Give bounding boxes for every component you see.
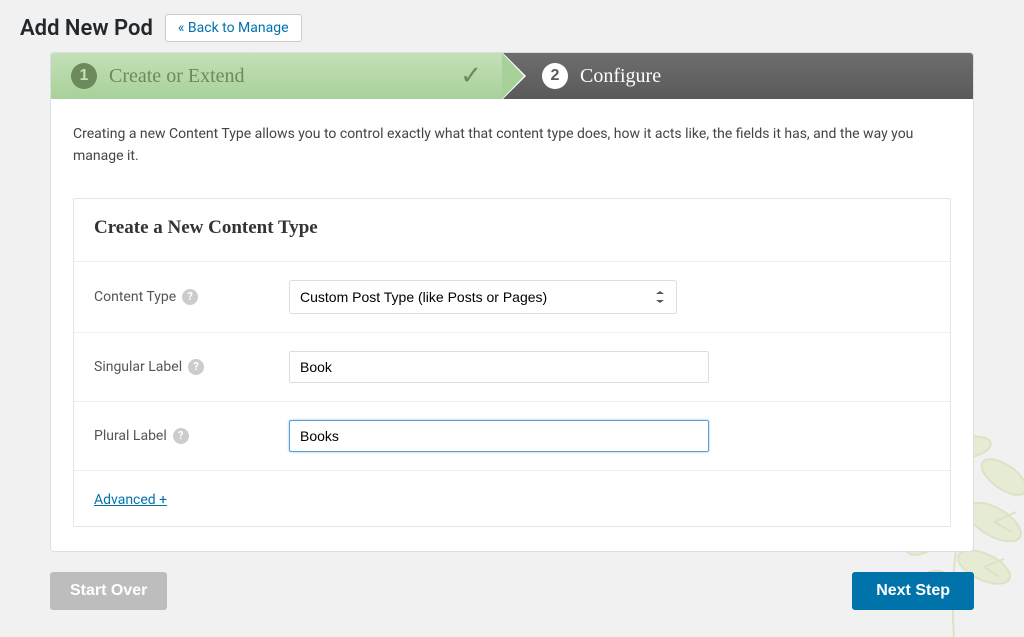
wizard-actions: Start Over Next Step <box>50 572 974 610</box>
create-content-type-panel: Create a New Content Type Content Type ?… <box>73 198 951 527</box>
page-title: Add New Pod <box>20 16 153 41</box>
step-number-2: 2 <box>542 63 568 89</box>
plural-label-text: Plural Label <box>94 428 167 444</box>
content-type-select[interactable]: Custom Post Type (like Posts or Pages) <box>289 280 677 314</box>
back-to-manage-link[interactable]: « Back to Manage <box>165 14 302 42</box>
next-step-button[interactable]: Next Step <box>852 572 974 610</box>
plural-label: Plural Label ? <box>94 428 289 444</box>
wizard-steps: 1 Create or Extend ✓ 2 Configure <box>51 53 973 99</box>
help-icon[interactable]: ? <box>182 289 198 305</box>
step-configure[interactable]: 2 Configure <box>502 53 973 99</box>
singular-label: Singular Label ? <box>94 359 289 375</box>
content-type-label: Content Type ? <box>94 289 289 305</box>
description-text: Creating a new Content Type allows you t… <box>73 123 951 168</box>
wizard-container: 1 Create or Extend ✓ 2 Configure Creatin… <box>50 52 974 552</box>
singular-label-input[interactable] <box>289 351 709 383</box>
plural-label-row: Plural Label ? <box>74 402 950 471</box>
page-header: Add New Pod « Back to Manage <box>0 0 1024 52</box>
start-over-button[interactable]: Start Over <box>50 572 167 610</box>
step-label-1: Create or Extend <box>109 65 245 88</box>
panel-footer: Advanced + <box>74 471 950 526</box>
panel-title: Create a New Content Type <box>74 199 950 262</box>
content-type-label-text: Content Type <box>94 289 176 305</box>
wizard-content: Creating a new Content Type allows you t… <box>51 99 973 551</box>
step-arrow <box>502 53 524 99</box>
step-number-1: 1 <box>71 63 97 89</box>
content-type-row: Content Type ? Custom Post Type (like Po… <box>74 262 950 333</box>
help-icon[interactable]: ? <box>188 359 204 375</box>
check-icon: ✓ <box>460 61 482 91</box>
advanced-toggle-link[interactable]: Advanced + <box>94 492 167 508</box>
step-label-2: Configure <box>580 65 661 88</box>
singular-label-text: Singular Label <box>94 359 182 375</box>
plural-label-input[interactable] <box>289 420 709 452</box>
help-icon[interactable]: ? <box>173 428 189 444</box>
singular-label-row: Singular Label ? <box>74 333 950 402</box>
step-create-or-extend[interactable]: 1 Create or Extend ✓ <box>51 53 502 99</box>
